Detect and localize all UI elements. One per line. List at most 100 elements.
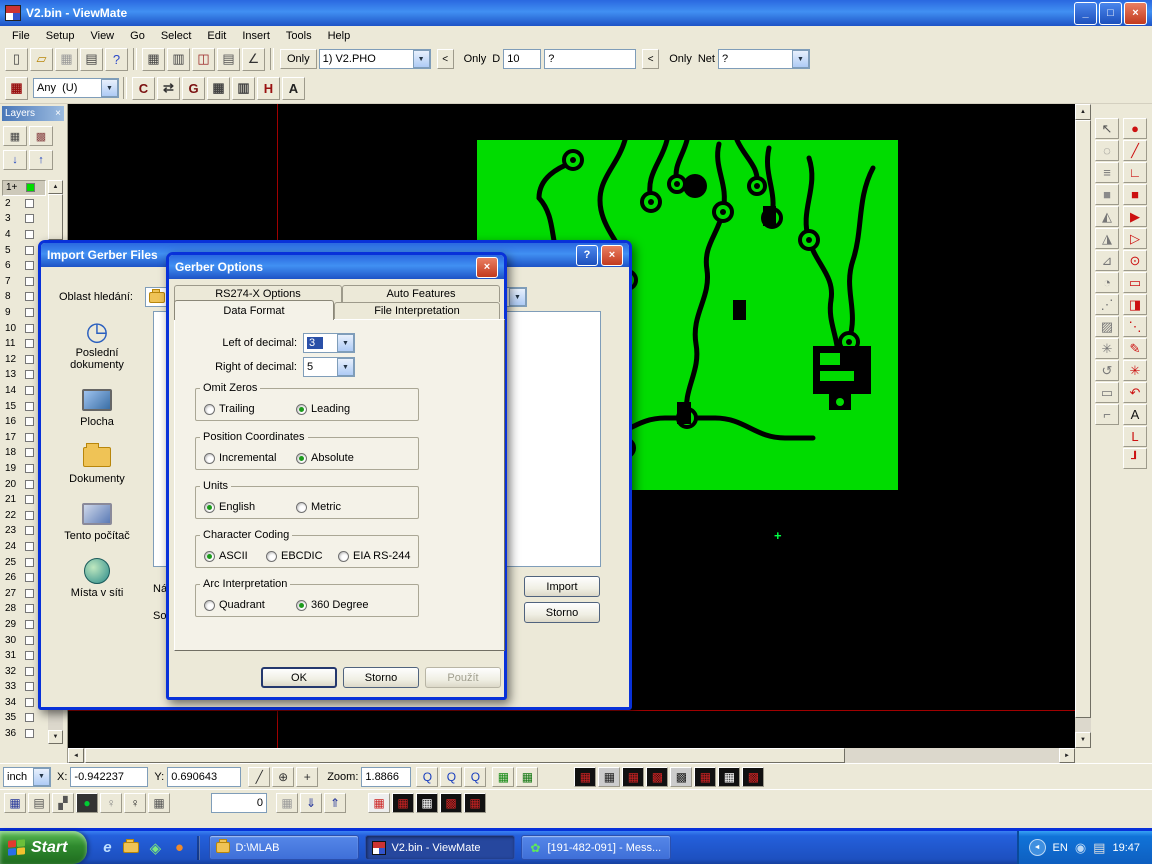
hatch-tool-icon[interactable]: ▨ [1095, 316, 1119, 337]
diagonal-measure-icon[interactable]: ╱ [248, 767, 270, 787]
pattern-icon[interactable]: ▩ [646, 767, 668, 787]
menu-item[interactable]: File [4, 28, 38, 44]
corner-line-tool-icon[interactable]: ∟ [1123, 162, 1147, 183]
scroll-right-icon[interactable]: ► [1059, 748, 1075, 763]
x-coordinate-field[interactable]: -0.942237 [70, 767, 148, 787]
layers-scrollbar-thumb[interactable] [48, 194, 63, 240]
elbow-tool-icon[interactable]: ┚ [1123, 448, 1147, 469]
dropdown-arrow-icon[interactable]: ▼ [337, 334, 354, 352]
tray-collapse-icon[interactable]: ◄ [1029, 839, 1046, 856]
dropdown-arrow-icon[interactable]: ▼ [509, 288, 526, 306]
tab-file-interpretation[interactable]: File Interpretation [334, 302, 500, 319]
units-combo[interactable]: inch ▼ [3, 767, 51, 787]
apply-button[interactable]: Použít [425, 667, 501, 688]
pad-grid-icon[interactable]: ▦ [492, 767, 514, 787]
radio-ascii[interactable]: ASCII [204, 550, 248, 562]
tab-data-format[interactable]: Data Format [174, 300, 334, 320]
ok-button[interactable]: OK [261, 667, 337, 688]
menu-item[interactable]: Select [153, 28, 200, 44]
layer-color-swatch[interactable] [25, 526, 34, 535]
menu-item[interactable]: Insert [234, 28, 278, 44]
dot-tool-icon[interactable]: ● [1123, 118, 1147, 139]
layer-color-swatch[interactable] [25, 604, 34, 613]
close-icon[interactable]: × [55, 108, 61, 119]
rectangle-tool-icon[interactable]: ▭ [1123, 272, 1147, 293]
text-tool-icon[interactable]: A [1123, 404, 1147, 425]
layer-stack-tool-icon[interactable]: ≡ [1095, 162, 1119, 183]
select-grid-icon[interactable]: ▦ [5, 77, 28, 100]
minimize-button[interactable]: _ [1074, 2, 1097, 25]
arc-tool-icon[interactable]: ↶ [1123, 382, 1147, 403]
place-documents[interactable]: Dokumenty [49, 441, 145, 485]
menu-item[interactable]: Go [122, 28, 153, 44]
context-help-icon[interactable]: ? [105, 48, 128, 71]
close-button[interactable]: × [601, 245, 623, 266]
radio-incremental[interactable]: Incremental [204, 452, 276, 464]
place-my-computer[interactable]: Tento počítač [49, 498, 145, 542]
menu-item[interactable]: Setup [38, 28, 83, 44]
star-tool-icon[interactable]: ✳ [1095, 338, 1119, 359]
zoom-value-field[interactable]: 1.8866 [361, 767, 411, 787]
layer-color-swatch[interactable] [26, 183, 35, 192]
zoom-out-icon[interactable]: Q [464, 767, 486, 787]
mirror-vertical-tool-icon[interactable]: ◭ [1095, 206, 1119, 227]
aperture-table-icon[interactable]: ▥ [167, 48, 190, 71]
layer-row[interactable]: 35 [2, 710, 46, 726]
layer-color-swatch[interactable] [25, 713, 34, 722]
place-desktop[interactable]: Plocha [49, 384, 145, 428]
import-button[interactable]: Import [524, 576, 600, 597]
highlight-grid-icon[interactable]: ◫ [192, 48, 215, 71]
new-file-icon[interactable]: ▯ [5, 48, 28, 71]
pattern-icon[interactable]: ▦ [574, 767, 596, 787]
dotted-line-tool-icon[interactable]: ⋱ [1123, 316, 1147, 337]
open-file-icon[interactable]: ▱ [30, 48, 53, 71]
radio-ebcdic[interactable]: EBCDIC [266, 550, 323, 562]
radio-360-degree[interactable]: 360 Degree [296, 599, 369, 611]
scroll-down-icon[interactable]: ▼ [1075, 732, 1091, 748]
net-combo[interactable]: ? ▼ [718, 49, 810, 69]
pie-tool-icon[interactable]: ◔ [1095, 272, 1119, 293]
layer-color-swatch[interactable] [25, 339, 34, 348]
letter-a-icon[interactable]: A [282, 77, 305, 100]
net-grid-icon[interactable]: ▦ [4, 793, 26, 813]
layer-color-swatch[interactable] [25, 199, 34, 208]
letter-h-icon[interactable]: H [257, 77, 280, 100]
layer-color-swatch[interactable] [25, 230, 34, 239]
layer-color-swatch[interactable] [25, 682, 34, 691]
layers-panel-titlebar[interactable]: Layers × [2, 106, 64, 121]
probe-icon[interactable]: ♀ [100, 793, 122, 813]
flash-tool-icon[interactable]: ✳ [1123, 360, 1147, 381]
language-indicator[interactable]: EN [1053, 842, 1068, 854]
layer-color-swatch[interactable] [25, 495, 34, 504]
zoom-in-icon[interactable]: Q [416, 767, 438, 787]
layer-color-swatch[interactable] [25, 573, 34, 582]
measure-icon[interactable]: ∠ [242, 48, 265, 71]
draw-tool-icon[interactable]: ✎ [1123, 338, 1147, 359]
left-of-decimal-combo[interactable]: 3 ▼ [303, 333, 355, 353]
traffic-light-icon[interactable]: ● [76, 793, 98, 813]
layer-color-swatch[interactable] [25, 292, 34, 301]
rect-outline-tool-icon[interactable]: ▭ [1095, 382, 1119, 403]
aperture-pattern-icon[interactable]: ▦ [416, 793, 438, 813]
save-icon[interactable]: ▦ [55, 48, 78, 71]
via-grid-icon[interactable]: ▦ [516, 767, 538, 787]
clock[interactable]: 19:47 [1112, 842, 1140, 854]
only-layer-toggle[interactable]: Only [280, 49, 317, 69]
grid-a-icon[interactable]: ▦ [207, 77, 230, 100]
layer-color-swatch[interactable] [25, 308, 34, 317]
layer-row[interactable]: 2 [2, 196, 46, 212]
gerber-dialog-titlebar[interactable]: Gerber Options × [169, 255, 504, 279]
layer-color-swatch[interactable] [25, 277, 34, 286]
scroll-up-icon[interactable]: ▲ [1075, 104, 1091, 120]
letter-l-tool-icon[interactable]: L [1123, 426, 1147, 447]
menu-item[interactable]: Help [320, 28, 359, 44]
corner-tool-icon[interactable]: ⌐ [1095, 404, 1119, 425]
radio-leading[interactable]: Leading [296, 403, 350, 415]
grid-icon[interactable]: ▦ [148, 793, 170, 813]
maximize-button[interactable]: □ [1099, 2, 1122, 25]
pattern-icon[interactable]: ▦ [718, 767, 740, 787]
pattern-icon[interactable]: ▩ [670, 767, 692, 787]
grid-b-icon[interactable]: ▥ [232, 77, 255, 100]
move-layer-down-icon[interactable]: ↓ [3, 150, 27, 170]
layer-color-swatch[interactable] [25, 589, 34, 598]
